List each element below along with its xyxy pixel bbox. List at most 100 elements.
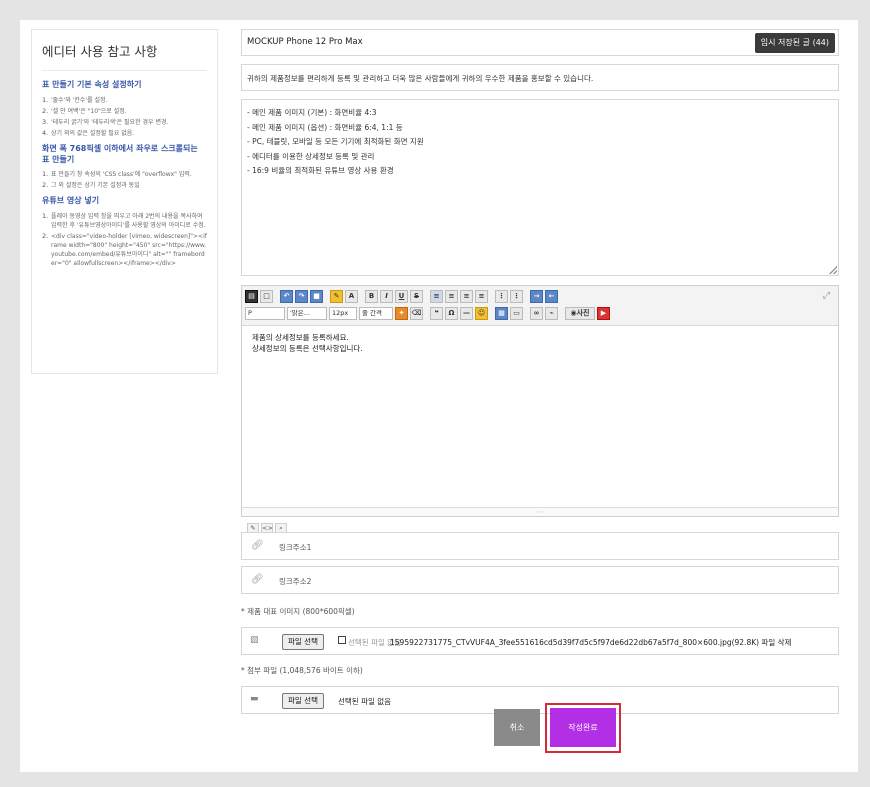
- font-size-select[interactable]: 12px: [329, 307, 357, 320]
- cancel-button[interactable]: 취소: [494, 709, 540, 746]
- photo-button[interactable]: ◉사진: [565, 307, 595, 320]
- expand-icon[interactable]: ⤢: [823, 291, 830, 301]
- align-left-icon[interactable]: ≡: [430, 290, 443, 303]
- indent-icon[interactable]: →: [530, 290, 543, 303]
- image-file-button[interactable]: 파일 선택: [282, 634, 324, 650]
- underline-icon[interactable]: U: [395, 290, 408, 303]
- sidebar-title: 에디터 사용 참고 사항: [42, 38, 207, 71]
- toolbar-row: P '맑은... 12px 줄 간격 ✦ ⌫ ❝ Ω — ☺ ▦ ▭ ∞ ⌁ ◉…: [245, 306, 610, 321]
- image-icon: ▨: [250, 635, 259, 645]
- format-painter-icon[interactable]: ✦: [395, 307, 408, 320]
- title-value: MOCKUP Phone 12 Pro Max: [247, 37, 363, 47]
- emoji-icon[interactable]: ☺: [475, 307, 488, 320]
- attach-label: * 첨부 파일 (1,048,576 바이트 이하): [241, 666, 363, 675]
- list-number: 1.: [42, 212, 49, 221]
- section-heading: 표 만들기 기본 속성 설정하기: [42, 80, 142, 89]
- quote-icon[interactable]: ❝: [430, 307, 443, 320]
- image-file-field: ▨ 파일 선택 선택된 파일 없음 1595922731775_CTvVUF4A…: [241, 627, 839, 655]
- print-icon[interactable]: ▤: [245, 290, 258, 303]
- link2-placeholder: 링크주소2: [279, 577, 312, 586]
- list-item: 1. '줄수'와 '칸수'를 설정.: [42, 96, 207, 105]
- unlink-icon[interactable]: ⌁: [545, 307, 558, 320]
- list-item: 3. '테두리 굵기'와 '테두리색'은 필요한 경우 변경.: [42, 118, 207, 127]
- list-number: 4.: [42, 128, 49, 137]
- list-number: 2.: [42, 106, 49, 115]
- undo-icon[interactable]: ↶: [280, 290, 293, 303]
- list-item: 1. 표 만들기 창 속성의 'CSS class'에 "overflowx" 입…: [42, 170, 207, 179]
- description-input[interactable]: 귀하의 제품정보를 편리하게 등록 및 관리하고 더욱 많은 사람들에게 귀하의…: [241, 64, 839, 91]
- list-item: 2. '셀 안 여백'은 "10"으로 설정.: [42, 107, 207, 116]
- italic-icon[interactable]: I: [380, 290, 393, 303]
- spec-line: - 메인 제품 이미지 (기본) : 화면비율 4:3: [247, 108, 377, 117]
- link-icon[interactable]: ∞: [530, 307, 543, 320]
- page: 에디터 사용 참고 사항 표 만들기 기본 속성 설정하기 1. '줄수'와 '칸…: [20, 20, 858, 772]
- horizontal-rule-icon[interactable]: —: [460, 307, 473, 320]
- font-color-icon[interactable]: A: [345, 290, 358, 303]
- content-line: 상세정보의 등록은 선택사항입니다.: [252, 344, 363, 353]
- numbered-list-icon[interactable]: ⋮: [495, 290, 508, 303]
- spec-line: - 16:9 비율의 최적화된 유튜브 영상 사용 환경: [247, 166, 394, 175]
- list-number: 3.: [42, 117, 49, 126]
- align-right-icon[interactable]: ≡: [460, 290, 473, 303]
- editor-content[interactable]: 제품의 상세정보를 등록하세요. 상세정보의 등록은 선택사항입니다.: [242, 326, 838, 360]
- list-text: 표 만들기 창 속성의 'CSS class'에 "overflowx" 입력.: [51, 171, 192, 179]
- content-line: 제품의 상세정보를 등록하세요.: [252, 333, 349, 342]
- list-item: 2. <div class="video-holder [vimeo, wides…: [42, 232, 207, 268]
- list-number: 2.: [42, 181, 49, 190]
- align-center-icon[interactable]: ≡: [445, 290, 458, 303]
- bold-icon[interactable]: B: [365, 290, 378, 303]
- list-number: 1.: [42, 95, 49, 104]
- submit-button[interactable]: 작성완료: [550, 708, 616, 747]
- list-text: '테두리 굵기'와 '테두리색'은 필요한 경우 변경.: [51, 118, 169, 126]
- spec-line: - 메인 제품 이미지 (옵션) : 화면비율 6:4, 1:1 등: [247, 122, 403, 132]
- list-number: 2.: [42, 232, 49, 241]
- align-justify-icon[interactable]: ≡: [475, 290, 488, 303]
- section-heading: 화면 폭 768픽셀 이하에서 좌우로 스크롤되는 표 만들기: [42, 143, 198, 164]
- description-value: 귀하의 제품정보를 편리하게 등록 및 관리하고 더욱 많은 사람들에게 귀하의…: [247, 74, 594, 83]
- list-item: 2. 그 외 설정은 상기 기본 설정과 동일: [42, 181, 207, 190]
- folder-icon: ▬: [250, 694, 259, 704]
- select-all-icon[interactable]: ■: [310, 290, 323, 303]
- paragraph-select[interactable]: P: [245, 307, 285, 320]
- title-input[interactable]: MOCKUP Phone 12 Pro Max 임시 저장된 글 (44): [241, 29, 839, 56]
- link1-placeholder: 링크주소1: [279, 543, 312, 552]
- table-icon[interactable]: ▦: [495, 307, 508, 320]
- rich-text-editor: ▤ □ ↶ ↷ ■ ✎ A B I U S ≡ ≡ ≡ ≡ ⋮ ⋮ → ← P …: [241, 285, 839, 517]
- layout-icon[interactable]: ▭: [510, 307, 523, 320]
- outdent-icon[interactable]: ←: [545, 290, 558, 303]
- bullet-list-icon[interactable]: ⋮: [510, 290, 523, 303]
- photo-label: 사진: [576, 309, 590, 317]
- special-char-icon[interactable]: Ω: [445, 307, 458, 320]
- attach-file-field: ▬ 파일 선택 선택된 파일 없음: [241, 686, 839, 714]
- redo-icon[interactable]: ↷: [295, 290, 308, 303]
- tips-list: 1. '줄수'와 '칸수'를 설정. 2. '셀 안 여백'은 "10"으로 설정.…: [42, 96, 207, 138]
- list-text: '줄수'와 '칸수'를 설정.: [51, 96, 108, 104]
- list-text: '셀 안 여백'은 "10"으로 설정.: [51, 107, 127, 115]
- section-heading: 유튜브 영상 넣기: [42, 196, 100, 206]
- image-label: * 제품 대표 이미지 (800*600픽셀): [241, 607, 355, 616]
- youtube-icon[interactable]: ▶: [597, 307, 610, 320]
- image-current-file[interactable]: 1595922731775_CTvVUF4A_3fee551616cd5d39f…: [390, 637, 791, 648]
- strikethrough-icon[interactable]: S: [410, 290, 423, 303]
- editor-tips-sidebar: 에디터 사용 참고 사항 표 만들기 기본 속성 설정하기 1. '줄수'와 '칸…: [31, 29, 218, 374]
- font-family-select[interactable]: '맑은...: [287, 307, 327, 320]
- list-item: 1. 플레이 동영상 입력 창을 띄우고 아래 2번의 내용을 복사하여 입력한 …: [42, 212, 207, 230]
- link1-input[interactable]: 🔗︎ 링크주소1: [241, 532, 839, 560]
- list-text: 그 외 설정은 상기 기본 설정과 동일: [51, 182, 140, 190]
- resize-grip-icon[interactable]: [829, 266, 837, 274]
- attach-file-button[interactable]: 파일 선택: [282, 693, 324, 709]
- link-icon: 🔗︎: [251, 574, 264, 585]
- eraser-icon[interactable]: ⌫: [410, 307, 423, 320]
- delete-file-checkbox[interactable]: [338, 636, 346, 644]
- link2-input[interactable]: 🔗︎ 링크주소2: [241, 566, 839, 594]
- spec-line: - PC, 테블릿, 모바일 등 모든 기기에 최적화된 화면 지원: [247, 137, 424, 146]
- temp-saved-button[interactable]: 임시 저장된 글 (44): [754, 33, 835, 53]
- list-text: 상기 외의 값은 설정할 필요 없음.: [51, 129, 135, 137]
- spec-textarea[interactable]: - 메인 제품 이미지 (기본) : 화면비율 4:3 - 메인 제품 이미지 …: [241, 99, 839, 276]
- line-height-select[interactable]: 줄 간격: [359, 307, 393, 320]
- link-icon: 🔗︎: [251, 540, 264, 551]
- list-item: 4. 상기 외의 값은 설정할 필요 없음.: [42, 129, 207, 138]
- highlight-color-icon[interactable]: ✎: [330, 290, 343, 303]
- new-document-icon[interactable]: □: [260, 290, 273, 303]
- editor-resize-handle[interactable]: ⋯: [242, 507, 838, 516]
